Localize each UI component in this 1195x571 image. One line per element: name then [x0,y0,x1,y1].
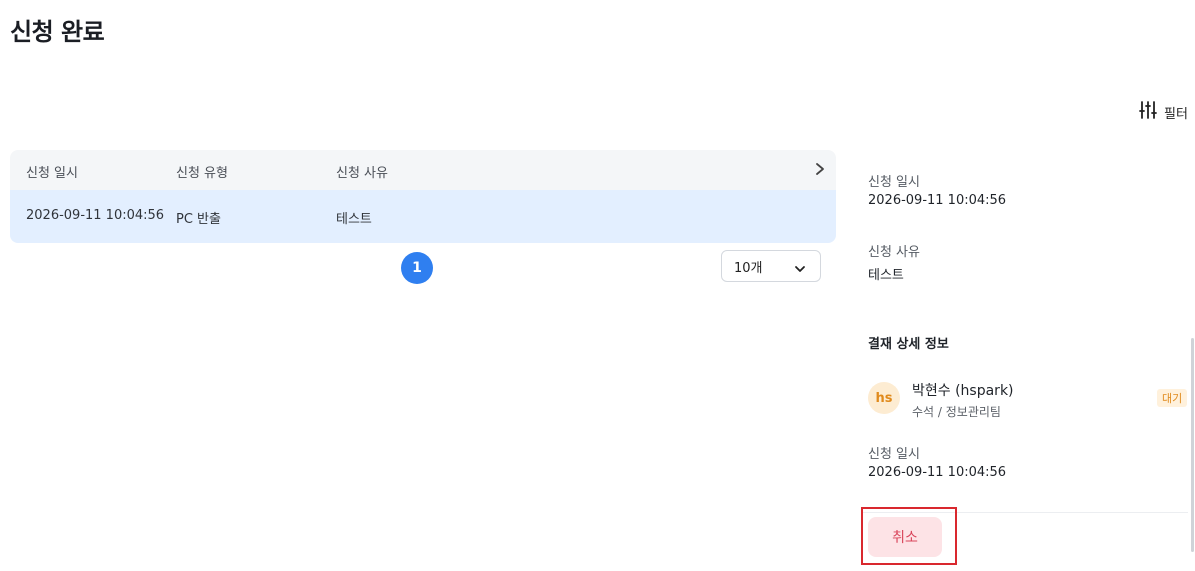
column-header-date[interactable]: 신청 일시 [26,162,78,181]
approval-date-label: 신청 일시 [868,447,920,462]
page-button-1[interactable]: 1 [401,252,433,284]
row-reason: 테스트 [336,212,372,227]
sliders-icon [1138,100,1158,124]
request-reason-value: 테스트 [868,268,904,283]
filter-button[interactable]: 필터 [1138,100,1188,124]
request-reason-label: 신청 사유 [868,245,920,260]
avatar: hs [868,382,900,414]
request-date-label: 신청 일시 [868,175,920,190]
row-date: 2026-09-11 10:04:56 [26,208,165,223]
request-table: 신청 일시 신청 유형 신청 사유 2026-09-11 10:04:56 PC… [10,150,836,243]
column-header-type[interactable]: 신청 유형 [176,162,228,181]
approval-detail-heading: 결재 상세 정보 [868,337,949,352]
chevron-down-icon [794,260,806,279]
chevron-right-icon[interactable] [814,161,826,180]
approver-name: 박현수 (hspark) [912,383,1014,399]
table-row[interactable]: 2026-09-11 10:04:56 PC 반출 테스트 [10,190,836,243]
page-size-select[interactable]: 10개 [721,250,821,282]
divider [862,512,1188,513]
approval-date-value: 2026-09-11 10:04:56 [868,465,1007,480]
column-header-reason[interactable]: 신청 사유 [336,162,388,181]
row-type: PC 반출 [176,212,221,227]
page-size-value: 10개 [734,260,763,276]
request-date-value: 2026-09-11 10:04:56 [868,193,1007,208]
filter-label: 필터 [1164,106,1188,122]
page-title: 신청 완료 [10,18,105,46]
table-header: 신청 일시 신청 유형 신청 사유 [10,150,836,190]
status-badge: 대기 [1157,389,1188,407]
cancel-button[interactable]: 취소 [868,517,942,557]
approver-role: 수석 / 정보관리팀 [912,405,1001,419]
scrollbar[interactable] [1191,338,1194,552]
